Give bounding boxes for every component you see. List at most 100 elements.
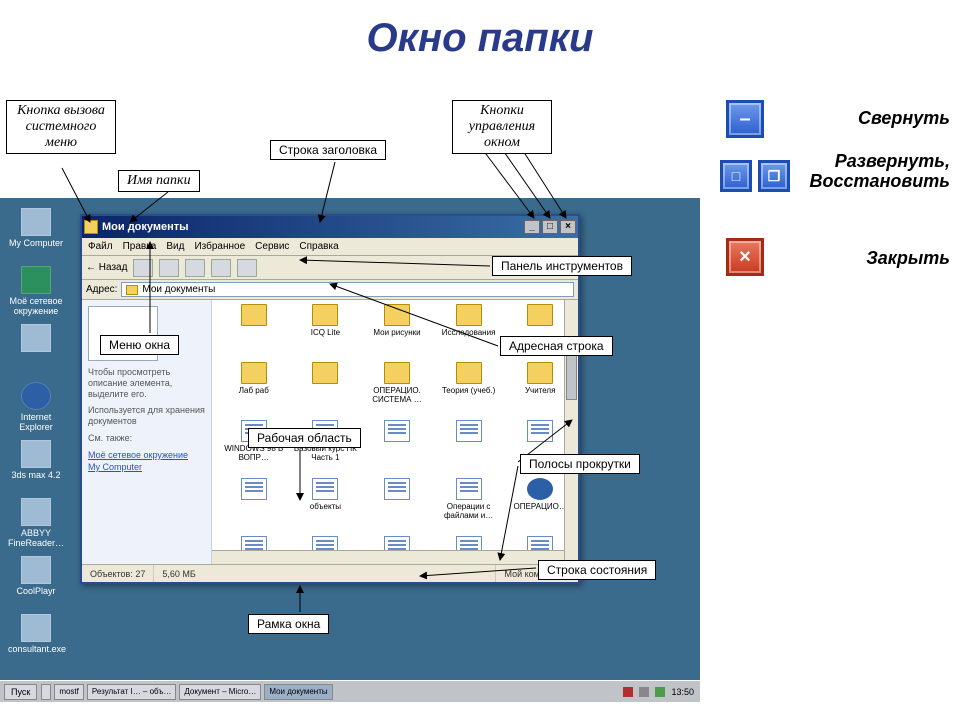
toolbar-button[interactable] (185, 259, 205, 277)
file-label: объекты (310, 502, 341, 511)
folder-icon (312, 304, 338, 326)
file-item[interactable]: объекты (292, 478, 360, 534)
desktop-icon[interactable]: Internet Explorer (8, 382, 64, 432)
folder-icon (384, 304, 410, 326)
desktop-icon[interactable]: Моё сетевое окружение (8, 266, 64, 316)
desktop-icon[interactable] (8, 324, 64, 354)
folder-icon (527, 304, 553, 326)
file-item[interactable]: Операции с файлами и… (435, 478, 503, 534)
callout-sysmenu: Кнопка вызова системного меню (6, 100, 116, 154)
toolbar-button[interactable] (159, 259, 179, 277)
toolbar-back-button[interactable]: ← Назад (86, 262, 127, 273)
file-label: ОПЕРАЦИО. СИСТЕМА … (363, 386, 431, 404)
taskbar-task[interactable] (41, 684, 51, 700)
legend-minimize-label: Свернуть (800, 108, 950, 129)
folder-icon (456, 304, 482, 326)
file-item[interactable]: Исследования (435, 304, 503, 360)
status-size: 5,60 МБ (154, 565, 496, 582)
start-button[interactable]: Пуск (4, 684, 37, 700)
side-link[interactable]: Моё сетевое окружение (88, 450, 205, 460)
folder-icon (241, 304, 267, 326)
legend-minimize-icon: – (726, 100, 764, 138)
menu-item[interactable]: Правка (123, 241, 157, 252)
legend-maximize-label: Развернуть, Восстановить (800, 152, 950, 192)
status-objects: Объектов: 27 (82, 565, 154, 582)
file-item[interactable] (220, 304, 288, 360)
file-item[interactable] (292, 362, 360, 418)
menu-item[interactable]: Вид (166, 241, 184, 252)
menu-item[interactable]: Избранное (194, 241, 245, 252)
taskbar-task[interactable]: Мои документы (264, 684, 332, 700)
file-label: ОПЕРАЦИО… (514, 502, 567, 511)
close-button[interactable]: × (560, 220, 576, 234)
desktop-icon[interactable]: ABBYY FineReader… (8, 498, 64, 548)
callout-windowctrl: Кнопки управления окном (452, 100, 552, 154)
app-icon (21, 324, 51, 352)
file-label: Мои рисунки (373, 328, 420, 337)
desktop-icon[interactable]: 3ds max 4.2 (8, 440, 64, 480)
folder-icon (126, 285, 138, 295)
app-icon (21, 266, 51, 294)
ie-icon (527, 478, 553, 500)
app-icon (21, 440, 51, 468)
menu-item[interactable]: Справка (299, 241, 338, 252)
file-label: Исследования (442, 328, 496, 337)
app-icon (21, 556, 51, 584)
callout-frame: Рамка окна (248, 614, 329, 634)
minimize-button[interactable]: _ (524, 220, 540, 234)
callout-menu: Меню окна (100, 335, 179, 355)
callout-status: Строка состояния (538, 560, 656, 580)
file-item[interactable] (363, 420, 431, 476)
callout-scroll: Полосы прокрутки (520, 454, 640, 474)
callout-toolbar: Панель инструментов (492, 256, 632, 276)
file-item[interactable]: Мои рисунки (363, 304, 431, 360)
address-bar[interactable]: Адрес: Мои документы (82, 280, 578, 300)
menu-bar[interactable]: Файл Правка Вид Избранное Сервис Справка (82, 238, 578, 256)
toolbar-button[interactable] (237, 259, 257, 277)
folder-icon (312, 362, 338, 384)
tray-icon (639, 687, 649, 697)
file-label: Учителя (525, 386, 555, 395)
maximize-button[interactable]: □ (542, 220, 558, 234)
taskbar-task[interactable]: Результат I… – объ… (87, 684, 177, 700)
status-bar: Объектов: 27 5,60 МБ Мой компьютер (82, 564, 578, 582)
legend-close-icon: × (726, 238, 764, 276)
file-label: Теория (учеб.) (442, 386, 495, 395)
menu-item[interactable]: Файл (88, 241, 113, 252)
desktop-icon[interactable]: consultant.exe (8, 614, 64, 654)
taskbar-task[interactable]: Документ – Micro… (179, 684, 261, 700)
folder-icon (384, 362, 410, 384)
side-link[interactable]: My Computer (88, 462, 205, 472)
file-label: ICQ Lite (311, 328, 340, 337)
file-item[interactable] (435, 420, 503, 476)
doc-icon (456, 420, 482, 442)
callout-foldername: Имя папки (118, 170, 200, 192)
file-item[interactable] (363, 478, 431, 534)
doc-icon (312, 478, 338, 500)
folder-icon (527, 362, 553, 384)
toolbar-button[interactable] (211, 259, 231, 277)
file-item[interactable]: ICQ Lite (292, 304, 360, 360)
toolbar-button[interactable] (133, 259, 153, 277)
system-menu-icon[interactable] (84, 220, 98, 234)
legend-close-label: Закрыть (800, 248, 950, 269)
taskbar-clock: 13:50 (671, 687, 694, 697)
desktop-icon[interactable]: CoolPlayr (8, 556, 64, 596)
file-item[interactable]: Теория (учеб.) (435, 362, 503, 418)
file-item[interactable] (220, 478, 288, 534)
horizontal-scrollbar[interactable] (212, 550, 564, 564)
address-field[interactable]: Мои документы (121, 282, 574, 297)
file-item[interactable]: Лаб раб (220, 362, 288, 418)
menu-item[interactable]: Сервис (255, 241, 289, 252)
app-icon (21, 498, 51, 526)
callout-address: Адресная строка (500, 336, 613, 356)
callout-titlebar: Строка заголовка (270, 140, 386, 160)
doc-icon (456, 478, 482, 500)
desktop-icon[interactable]: My Computer (8, 208, 64, 248)
folder-icon (241, 362, 267, 384)
file-item[interactable]: ОПЕРАЦИО. СИСТЕМА … (363, 362, 431, 418)
taskbar: Пуск mostfРезультат I… – объ…Документ – … (0, 680, 700, 702)
window-title-text: Мои документы (102, 221, 189, 233)
taskbar-task[interactable]: mostf (54, 684, 84, 700)
window-titlebar[interactable]: Мои документы _ □ × (82, 216, 578, 238)
